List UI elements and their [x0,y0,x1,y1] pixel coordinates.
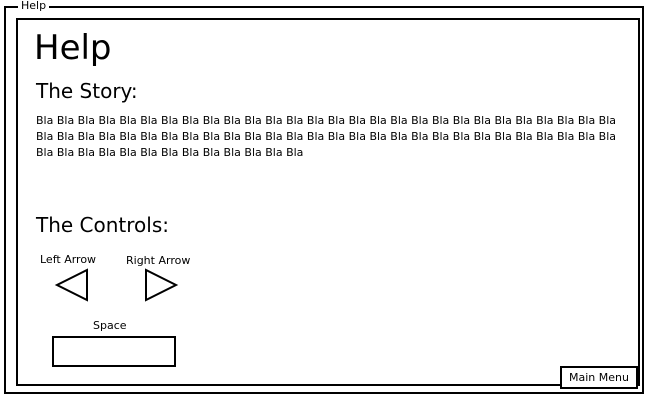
right-triangle-icon [145,268,179,302]
help-window: Help Help The Story: Bla Bla Bla Bla Bla… [4,0,644,394]
page-title: Help [34,28,112,68]
right-arrow-label: Right Arrow [126,254,191,267]
left-arrow-label: Left Arrow [40,253,97,266]
story-text: Bla Bla Bla Bla Bla Bla Bla Bla Bla Bla … [36,114,617,159]
help-panel: Help The Story: Bla Bla Bla Bla Bla Bla … [16,18,640,389]
left-triangle-icon [54,268,88,302]
space-label: Space [93,319,127,332]
story-heading: The Story: [36,79,138,103]
main-menu-button[interactable]: Main Menu [560,366,638,389]
window-title: Help [18,0,50,12]
controls-heading: The Controls: [36,213,170,237]
space-key-box [52,336,176,367]
